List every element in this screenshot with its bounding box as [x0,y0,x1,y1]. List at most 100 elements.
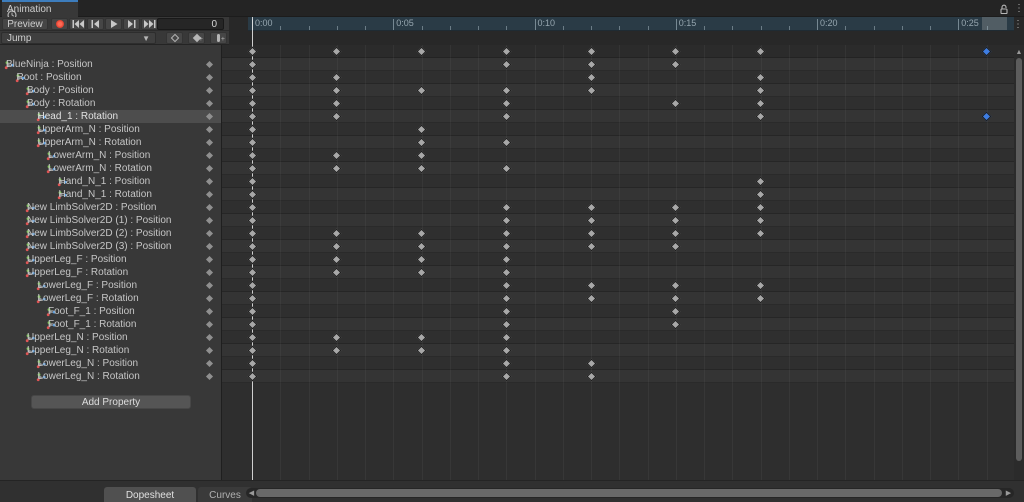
next-keyframe-button[interactable] [123,18,140,30]
go-to-first-frame-button[interactable] [69,18,86,30]
property-row[interactable]: ▸ UpperArm_N : Rotation [0,136,221,149]
property-row[interactable]: ▸ Hand_N_1 : Rotation [0,188,221,201]
property-row[interactable]: ▸ UpperLeg_F : Position [0,253,221,266]
add-property-button[interactable]: Add Property [31,395,191,409]
scroll-up-icon[interactable]: ▲ [1014,47,1024,57]
dopesheet-row [222,305,1014,318]
ruler-minor-tick [788,26,790,30]
scroll-right-icon[interactable]: ▶ [1004,489,1013,497]
property-row[interactable]: ▸ LowerLeg_N : Rotation [0,370,221,383]
property-label: Foot_F_1 : Rotation [48,319,137,330]
property-label: Body : Position [27,85,94,96]
dopesheet-row [222,214,1014,227]
property-row[interactable]: ▸ New LimbSolver2D (2) : Position [0,227,221,240]
property-label: New LimbSolver2D (1) : Position [27,215,172,226]
window-tab-bar: Animation ⋮ [0,0,1024,20]
previous-key-icon [91,20,99,28]
property-row[interactable]: ▸ Hand_N_1 : Position [0,175,221,188]
scroll-left-icon[interactable]: ◀ [247,489,256,497]
ruler-minor-tick [562,26,564,30]
property-row[interactable]: ▸ New LimbSolver2D : Position [0,201,221,214]
property-row[interactable]: ▸ UpperLeg_N : Position [0,331,221,344]
vertical-scroll-thumb[interactable] [1016,58,1022,461]
property-row[interactable]: ▸ UpperArm_N : Position [0,123,221,136]
property-row[interactable]: ▸ LowerArm_N : Position [0,149,221,162]
dopesheet-menu-icon[interactable]: ⋮ [1013,20,1023,30]
property-label: UpperLeg_F : Rotation [27,267,129,278]
tab-dopesheet[interactable]: Dopesheet [104,487,196,502]
frame-gridline [534,45,536,480]
property-row[interactable]: ▸ Root : Position [0,71,221,84]
property-row[interactable]: ▸ Body : Rotation [0,97,221,110]
horizontal-scrollbar[interactable]: ◀ ▶ [246,488,1014,498]
frame-gridline [365,45,366,480]
frame-gridline [449,45,451,480]
property-label: BlueNinja : Position [6,59,93,70]
frame-gridline [901,45,903,480]
property-row[interactable]: ▸ UpperLeg_N : Rotation [0,344,221,357]
play-button[interactable] [105,18,122,30]
ruler-minor-tick [280,26,282,30]
ruler-minor-tick [619,26,621,30]
property-row[interactable]: ▸ LowerLeg_F : Position [0,279,221,292]
horizontal-scroll-thumb[interactable] [256,489,1002,497]
ruler-minor-tick [873,26,875,30]
tab-curves[interactable]: Curves [198,487,252,502]
go-to-last-frame-button[interactable] [141,18,158,30]
dopesheet-row [222,370,1014,383]
ruler-time-label: 0:10 [537,18,556,28]
property-row[interactable]: ▸ BlueNinja : Position [0,58,221,71]
previous-keyframe-button[interactable] [87,18,104,30]
clip-dropdown[interactable]: Jump ▼ [1,32,156,44]
property-row[interactable]: ▸ Body : Position [0,84,221,97]
add-event-button[interactable]: + [210,32,227,44]
property-label: Root : Position [16,72,82,83]
lock-icon[interactable] [997,3,1011,15]
property-row[interactable]: ▸ Head_1 : Rotation [0,110,221,123]
keyframe-indicator-button[interactable] [166,32,183,44]
property-row[interactable]: ▸ Foot_F_1 : Position [0,305,221,318]
skip-to-start-icon [72,20,84,28]
property-row[interactable]: ▸ LowerLeg_F : Rotation [0,292,221,305]
property-row[interactable]: ▸ Foot_F_1 : Rotation [0,318,221,331]
property-label: LowerArm_N : Rotation [48,163,152,174]
frame-gridline [393,45,395,480]
ruler-minor-tick [506,26,508,30]
vertical-scrollbar[interactable]: ▲ ▼ [1014,45,1024,495]
property-row[interactable]: ▸ New LimbSolver2D (3) : Position [0,240,221,253]
property-row[interactable]: ▸ LowerLeg_N : Position [0,357,221,370]
frame-gridline [591,45,592,480]
dopesheet-grid[interactable] [222,45,1014,480]
property-label: New LimbSolver2D (2) : Position [27,228,172,239]
dopesheet-row [222,318,1014,331]
frame-gridline [675,45,677,480]
property-label: LowerLeg_N : Position [37,358,139,369]
ruler-minor-tick [647,26,649,30]
window-menu-icon[interactable]: ⋮ [1012,3,1024,15]
record-circle-icon [55,20,64,28]
dopesheet-row [222,175,1014,188]
add-keyframe-button[interactable]: + [188,32,205,44]
property-label: LowerArm_N : Position [48,150,151,161]
frame-gridline [732,45,734,480]
frame-gridline [619,45,621,480]
preview-button[interactable]: Preview [2,18,48,30]
property-label: Head_1 : Rotation [37,111,119,122]
current-frame-field[interactable] [157,18,224,30]
property-label: LowerLeg_N : Rotation [37,371,140,382]
ruler-major-tick [675,19,677,30]
property-row[interactable]: ▸ LowerArm_N : Rotation [0,162,221,175]
frame-gridline [873,45,875,480]
tab-animation[interactable]: Animation [2,0,78,20]
property-label: UpperLeg_N : Rotation [27,345,130,356]
toolbar-clip: Jump ▼ + + [0,31,229,45]
property-row[interactable]: ▸ New LimbSolver2D (1) : Position [0,214,221,227]
record-button[interactable] [51,18,68,30]
property-label: LowerLeg_F : Rotation [37,293,139,304]
timeline-ruler[interactable]: 0:00 0:05 0:10 0:15 0:20 0:25 [248,17,1014,31]
property-label: UpperLeg_F : Position [27,254,127,265]
property-row[interactable]: ▸ UpperLeg_F : Rotation [0,266,221,279]
dopesheet-row [222,136,1014,149]
ruler-minor-tick [760,26,762,30]
dopesheet-row [222,188,1014,201]
